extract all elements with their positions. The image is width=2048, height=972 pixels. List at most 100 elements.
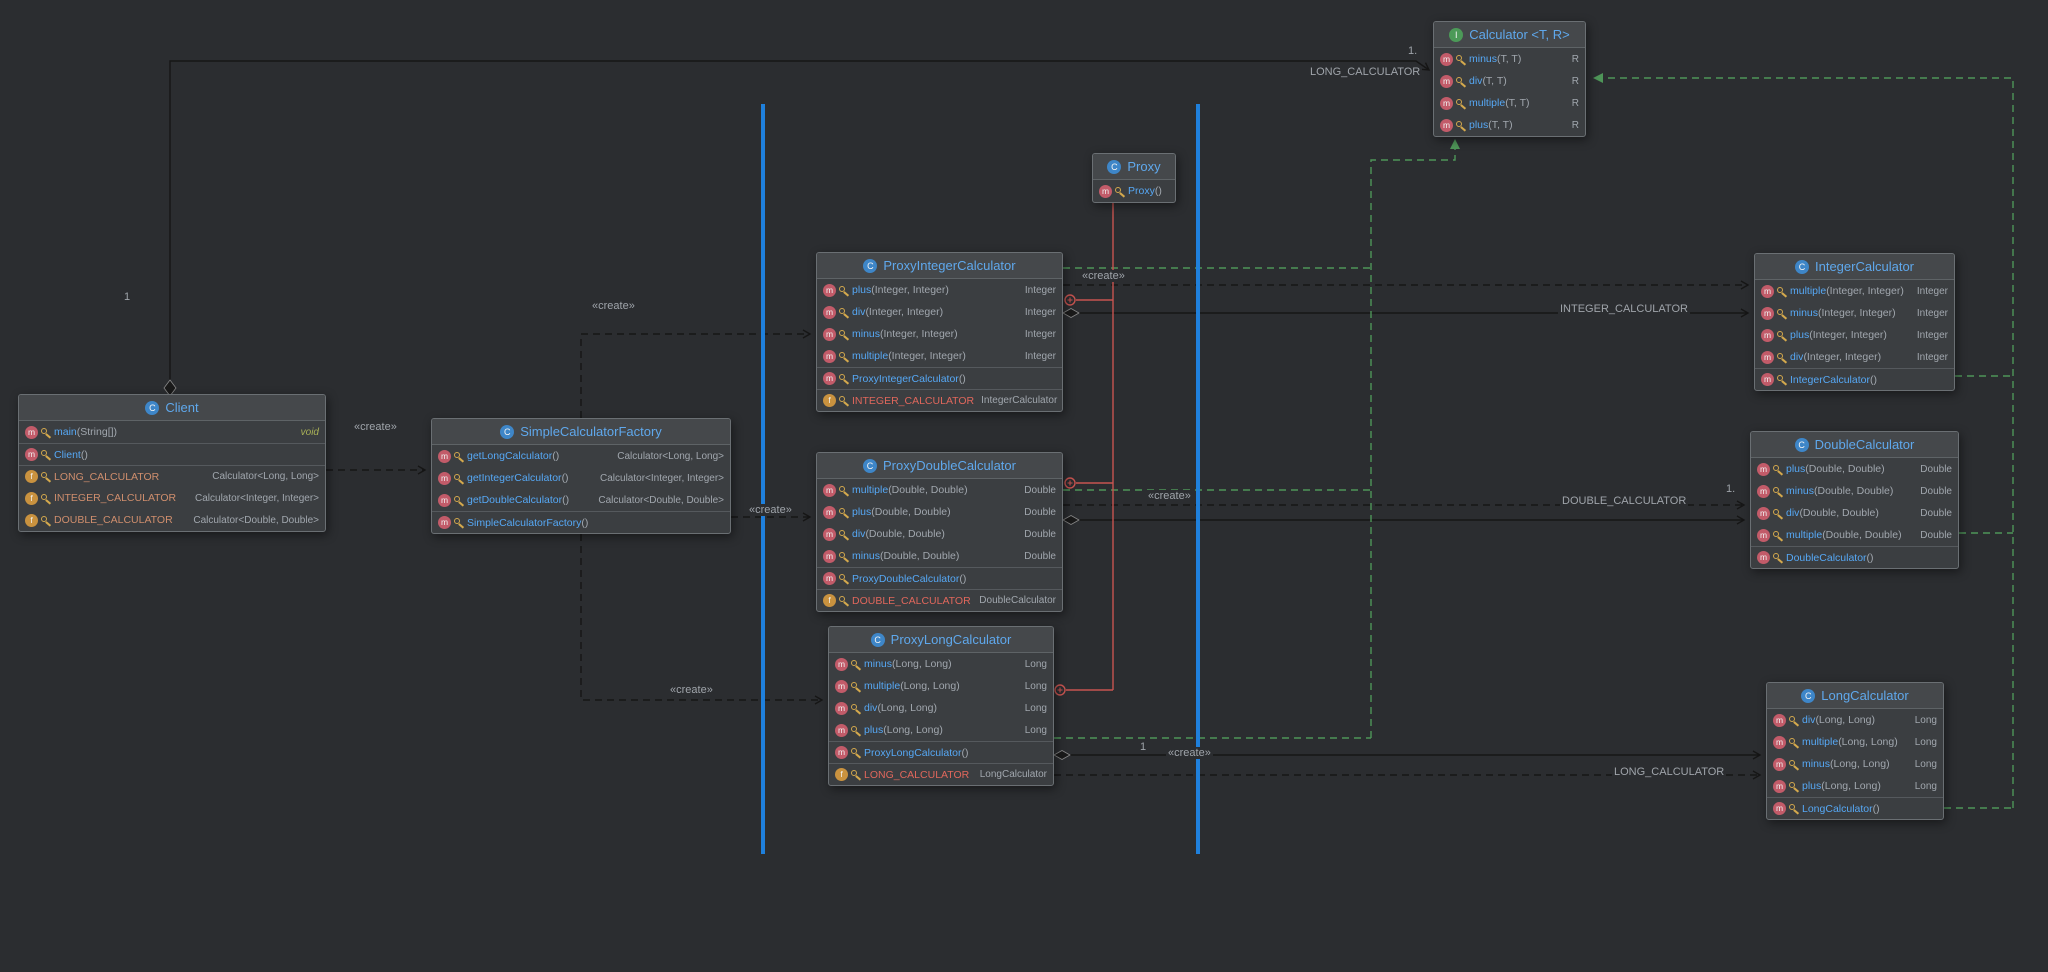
member-row[interactable]: m plus (Long, Long) Long (1767, 775, 1943, 797)
member-params: () (961, 746, 969, 759)
member-row[interactable]: m multiple (T, T) R (1434, 92, 1585, 114)
swimlane-bar-right[interactable] (1196, 104, 1200, 854)
class-node-calculator[interactable]: I Calculator <T, R> m minus (T, T) Rm div (T,… (1433, 21, 1586, 137)
member-row[interactable]: m main (String[]) void (19, 421, 325, 443)
member-row[interactable]: m multiple (Double, Double) Double (817, 479, 1062, 501)
member-row[interactable]: m plus (T, T) R (1434, 114, 1585, 136)
member-return-type: Calculator<Integer, Integer> (195, 492, 319, 504)
member-row[interactable]: m IntegerCalculator() (1755, 368, 1954, 390)
member-name: minus (852, 328, 881, 340)
visibility-key-icon (41, 427, 50, 438)
member-row[interactable]: m plus (Double, Double) Double (817, 501, 1062, 523)
member-params: (T, T) (1488, 119, 1513, 131)
class-header[interactable]: C ProxyIntegerCalculator (817, 253, 1062, 279)
member-row[interactable]: f INTEGER_CALCULATOR IntegerCalculator (817, 389, 1062, 411)
member-row[interactable]: f LONG_CALCULATOR LongCalculator (829, 763, 1053, 785)
member-row[interactable]: f DOUBLE_CALCULATOR Calculator<Double, Dou… (19, 509, 325, 531)
member-row[interactable]: m Proxy() (1093, 180, 1175, 202)
class-header[interactable]: C IntegerCalculator (1755, 254, 1954, 280)
class-header[interactable]: C Proxy (1093, 154, 1175, 180)
member-row[interactable]: m plus (Long, Long) Long (829, 719, 1053, 741)
member-row[interactable]: m minus (Integer, Integer) Integer (817, 323, 1062, 345)
member-row[interactable]: m minus (T, T) R (1434, 48, 1585, 70)
member-row[interactable]: m plus (Integer, Integer) Integer (817, 279, 1062, 301)
member-row[interactable]: m SimpleCalculatorFactory() (432, 511, 730, 533)
class-node-proxyDouble[interactable]: C ProxyDoubleCalculator m multiple (Double… (816, 452, 1063, 612)
visibility-key-icon (851, 769, 860, 780)
field-icon: f (25, 513, 38, 527)
member-row[interactable]: m div (Long, Long) Long (1767, 709, 1943, 731)
class-node-proxyLong[interactable]: C ProxyLongCalculator m minus (Long, Long)… (828, 626, 1054, 786)
class-node-client[interactable]: C Client m main (String[]) void m Client() f LO… (18, 394, 326, 532)
class-header[interactable]: C SimpleCalculatorFactory (432, 419, 730, 445)
member-row[interactable]: m LongCalculator() (1767, 797, 1943, 819)
member-row[interactable]: m div (Long, Long) Long (829, 697, 1053, 719)
member-name: minus (1790, 307, 1819, 319)
member-row[interactable]: f INTEGER_CALCULATOR Calculator<Integer, I… (19, 487, 325, 509)
member-row[interactable]: m multiple (Double, Double) Double (1751, 524, 1958, 546)
visibility-key-icon (839, 329, 848, 340)
member-params: (Long, Long) (892, 658, 952, 670)
member-return-type: Long (1024, 702, 1047, 714)
class-header[interactable]: C Client (19, 395, 325, 421)
member-row[interactable]: m minus (Long, Long) Long (829, 653, 1053, 675)
edge-proxies-implement-calculator[interactable] (1370, 139, 1460, 738)
member-name: DOUBLE_CALCULATOR (54, 514, 173, 526)
member-row[interactable]: m minus (Double, Double) Double (1751, 480, 1958, 502)
class-header[interactable]: C ProxyLongCalculator (829, 627, 1053, 653)
class-node-factory[interactable]: C SimpleCalculatorFactory m getLongCalcul… (431, 418, 731, 534)
edge-factory-create-proxyinteger[interactable] (580, 329, 812, 418)
member-params: (Double, Double) (1805, 463, 1885, 475)
class-header[interactable]: I Calculator <T, R> (1434, 22, 1585, 48)
member-row[interactable]: m multiple (Long, Long) Long (829, 675, 1053, 697)
method-icon: m (25, 448, 38, 461)
member-row[interactable]: m plus (Integer, Integer) Integer (1755, 324, 1954, 346)
member-row[interactable]: m Client() (19, 443, 325, 465)
member-row[interactable]: m plus (Double, Double) Double (1751, 458, 1958, 480)
member-name: DOUBLE_CALCULATOR (852, 594, 971, 607)
member-return-type: LongCalculator (979, 769, 1047, 780)
member-row[interactable]: m div (T, T) R (1434, 70, 1585, 92)
member-return-type: R (1571, 75, 1579, 87)
method-icon: m (1440, 96, 1453, 110)
member-row[interactable]: m getDoubleCalculator() Calculator<Double,… (432, 489, 730, 511)
member-return-type: Double (1024, 528, 1056, 540)
member-row[interactable]: m div (Double, Double) Double (1751, 502, 1958, 524)
member-row[interactable]: f LONG_CALCULATOR Calculator<Long, Long> (19, 465, 325, 487)
member-row[interactable]: m getIntegerCalculator() Calculator<Intege… (432, 467, 730, 489)
member-row[interactable]: m ProxyDoubleCalculator() (817, 567, 1062, 589)
method-icon: m (1761, 328, 1774, 342)
member-return-type: Long (1024, 680, 1047, 692)
aggregation-diamond (1062, 515, 1080, 525)
member-row[interactable]: m ProxyLongCalculator() (829, 741, 1053, 763)
member-row[interactable]: m minus (Double, Double) Double (817, 545, 1062, 567)
member-row[interactable]: f DOUBLE_CALCULATOR DoubleCalculator (817, 589, 1062, 611)
member-row[interactable]: m div (Integer, Integer) Integer (1755, 346, 1954, 368)
class-node-doubleCalc[interactable]: C DoubleCalculator m plus (Double, Double)… (1750, 431, 1959, 569)
class-header[interactable]: C LongCalculator (1767, 683, 1943, 709)
member-name: ProxyDoubleCalculator (852, 572, 960, 585)
member-row[interactable]: m minus (Integer, Integer) Integer (1755, 302, 1954, 324)
member-name: getDoubleCalculator (467, 494, 563, 506)
member-list: m multiple (Double, Double) Double m plus (Dou… (817, 479, 1062, 611)
member-row[interactable]: m ProxyIntegerCalculator() (817, 367, 1062, 389)
member-row[interactable]: m getLongCalculator() Calculator<Long, Lon… (432, 445, 730, 467)
member-row[interactable]: m minus (Long, Long) Long (1767, 753, 1943, 775)
swimlane-bar-left[interactable] (761, 104, 765, 854)
class-header[interactable]: C DoubleCalculator (1751, 432, 1958, 458)
class-node-longCalc[interactable]: C LongCalculator m div (Long, Long) Long m mu… (1766, 682, 1944, 820)
class-node-integerCalc[interactable]: C IntegerCalculator m multiple (Integer, I… (1754, 253, 1955, 391)
member-row[interactable]: m multiple (Long, Long) Long (1767, 731, 1943, 753)
member-list: m minus (T, T) Rm div (T, T) Rm multiple (T, T) R… (1434, 48, 1585, 136)
diagram-canvas[interactable]: C Client m main (String[]) void m Client() f LO… (0, 0, 2048, 972)
member-row[interactable]: m multiple (Integer, Integer) Integer (817, 345, 1062, 367)
class-header[interactable]: C ProxyDoubleCalculator (817, 453, 1062, 479)
edge-factory-create-proxylong[interactable] (580, 534, 824, 705)
member-row[interactable]: m DoubleCalculator() (1751, 546, 1958, 568)
member-row[interactable]: m div (Double, Double) Double (817, 523, 1062, 545)
member-row[interactable]: m multiple (Integer, Integer) Integer (1755, 280, 1954, 302)
class-node-proxy[interactable]: C Proxy m Proxy() (1092, 153, 1176, 203)
member-name: plus (1469, 119, 1489, 131)
member-row[interactable]: m div (Integer, Integer) Integer (817, 301, 1062, 323)
class-node-proxyInteger[interactable]: C ProxyIntegerCalculator m plus (Integer, … (816, 252, 1063, 412)
